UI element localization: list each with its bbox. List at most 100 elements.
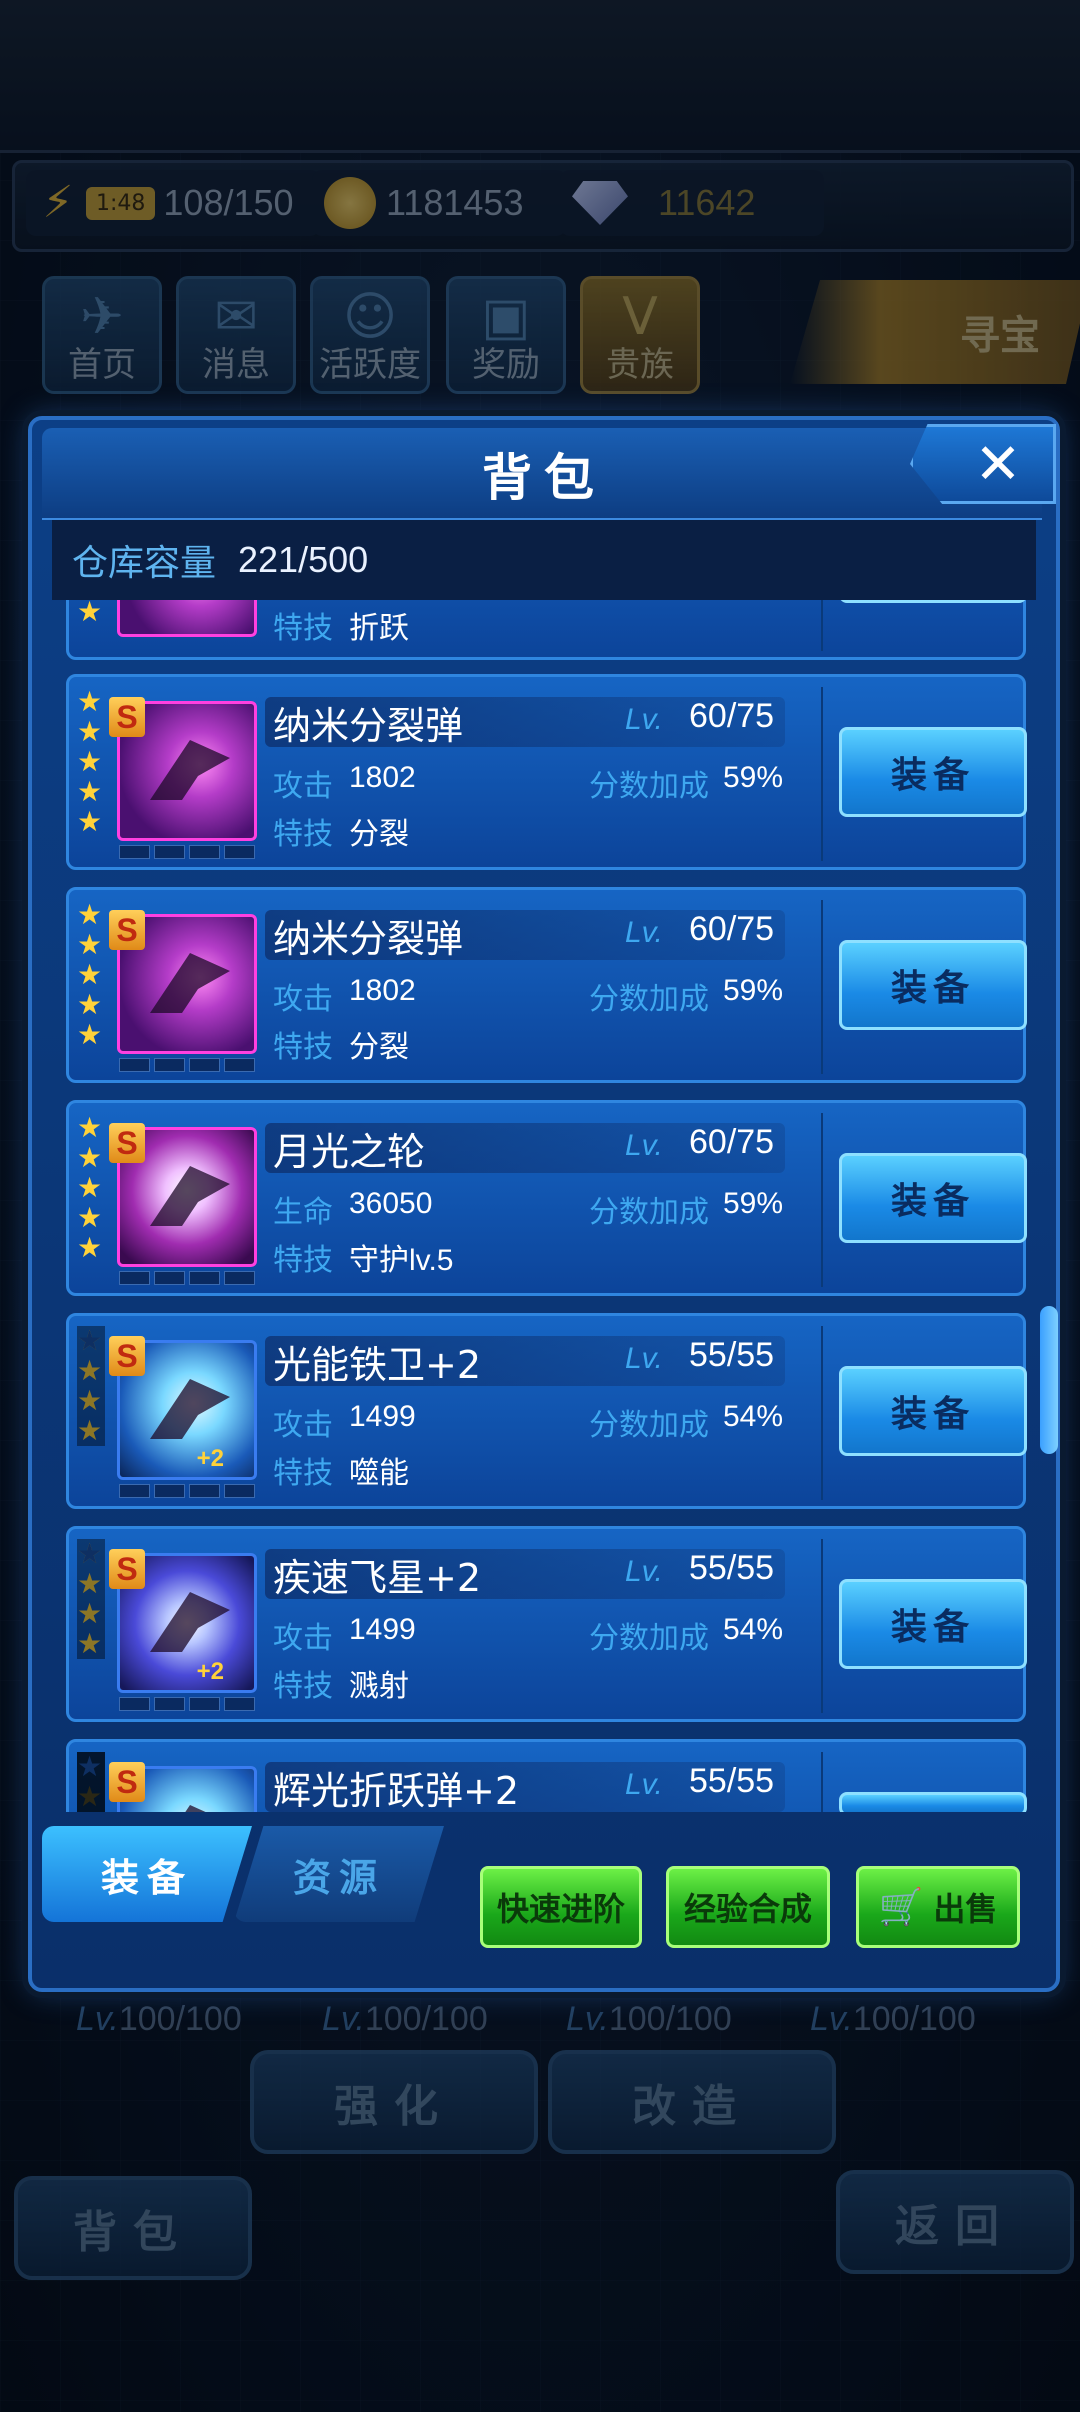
equip-button-partial[interactable] [839, 600, 1027, 603]
card-divider [821, 1113, 823, 1287]
item-name: 疾速飞星+2 [273, 1556, 482, 1600]
stat-label: 攻击 [273, 1408, 333, 1443]
thumb-slot-bar [119, 1058, 255, 1072]
item-name: 纳米分裂弹 [273, 917, 464, 961]
card-divider [821, 1752, 823, 1812]
plus-badge: +2 [196, 1658, 224, 1685]
item-list[interactable]: ★ 特技 折跃 ★ ★ ★ ★ ★ S 纳米分裂弹 Lv. 60/75 攻击 1802 分数加成 59%… [52, 600, 1036, 1812]
star-icon: ★ [77, 898, 103, 931]
bonus-value: 59% [723, 974, 784, 1007]
item-card[interactable]: ★ ★ ★ ★ ★ S 纳米分裂弹 Lv. 60/75 攻击 1802 分数加成 59% 特技 分裂 装备 [66, 887, 1027, 1083]
exp-merge-button[interactable]: 经验合成 [666, 1866, 830, 1948]
bonus-label: 分数加成 [589, 982, 709, 1017]
skill-label: 特技 [273, 1243, 333, 1278]
bonus-label: 分数加成 [589, 769, 709, 804]
star-icon: ★ [77, 1201, 103, 1234]
star-icon: ★ [77, 600, 103, 628]
level-label: Lv. [625, 1555, 663, 1588]
star-rating: ★ [77, 600, 105, 627]
skill-value: 溅射 [349, 1670, 409, 1703]
capacity-value: 221/500 [238, 539, 369, 580]
ship-icon [150, 1379, 230, 1439]
item-card[interactable]: ★ ★ ★ ★ ★ S 纳米分裂弹 Lv. 60/75 攻击 1802 分数加成 59% 特技 分裂 装备 [66, 674, 1027, 870]
ship-icon [150, 1592, 230, 1652]
equip-label: 装备 [890, 968, 975, 1009]
star-rating: ★ ★ ★ ★ ★ [77, 900, 105, 1050]
storage-capacity: 仓库容量 221/500 [52, 520, 1036, 600]
star-icon: ★ [77, 805, 103, 838]
skill-label: 特技 [273, 1669, 333, 1704]
star-icon: ★ [77, 1539, 105, 1659]
star-icon: ★ [77, 775, 103, 808]
equip-button[interactable]: 装备 [839, 727, 1027, 817]
star-icon: ★ [77, 715, 103, 748]
item-card-partial-top[interactable]: ★ 特技 折跃 [66, 600, 1027, 660]
bonus-value: 54% [723, 1400, 784, 1433]
level-value: 60/75 [689, 1123, 775, 1161]
star-icon: ★ [77, 958, 103, 991]
grade-badge: S [109, 697, 145, 737]
equip-button[interactable]: 装备 [839, 1366, 1027, 1456]
tab-equipment[interactable]: 装备 [42, 1826, 252, 1922]
dialog-title: 背包 [482, 449, 606, 507]
equip-button[interactable]: 装备 [839, 940, 1027, 1030]
bonus-value: 59% [723, 761, 784, 794]
equip-button[interactable]: 装备 [839, 1579, 1027, 1669]
level-label: Lv. [625, 703, 663, 736]
thumb-slot-bar [119, 1697, 255, 1711]
sell-button[interactable]: 🛒 出售 [856, 1866, 1020, 1948]
stat-value: 1802 [349, 761, 416, 794]
tab-resources[interactable]: 资源 [234, 1826, 444, 1922]
star-icon: ★ [77, 1141, 103, 1174]
sell-label: 出售 [933, 1890, 998, 1928]
bonus-value: 54% [723, 1613, 784, 1646]
star-icon: ★ [77, 685, 103, 718]
ship-icon [150, 740, 230, 800]
level-label: Lv. [625, 916, 663, 949]
bonus-label: 分数加成 [589, 1195, 709, 1230]
item-card[interactable]: ★ ★ ★ ★ ★ S 辉光折跃弹+2 Lv. 55/55 [66, 1739, 1027, 1812]
item-card[interactable]: ★ ★ ★ ★ ★ S +2 疾速飞星+2 Lv. 55/55 攻击 1499 分数加成 54% 特技 溅射 装… [66, 1526, 1027, 1722]
star-rating: ★ ★ ★ ★ ★ [77, 687, 105, 837]
star-icon: ★ [77, 1171, 103, 1204]
star-icon: ★ [77, 1231, 103, 1264]
skill-value: 分裂 [349, 818, 409, 851]
quick-advance-button[interactable]: 快速进阶 [480, 1866, 642, 1948]
equip-button-partial[interactable] [839, 1792, 1027, 1812]
ship-icon [150, 1805, 230, 1812]
tab-equipment-label: 装备 [100, 1855, 193, 1900]
close-icon: ✕ [974, 431, 1022, 497]
level-value: 60/75 [689, 910, 775, 948]
stat-value: 1802 [349, 974, 416, 1007]
star-rating: ★ ★ ★ ★ ★ [77, 1113, 105, 1263]
star-icon: ★ [77, 928, 103, 961]
card-divider [821, 687, 823, 861]
thumb-slot-bar [119, 1271, 255, 1285]
bonus-label: 分数加成 [589, 1621, 709, 1656]
skill-label: 特技 [273, 611, 333, 646]
inventory-dialog: 背包 ✕ 仓库容量 221/500 ★ 特技 折跃 ★ ★ ★ ★ ★ S 纳米分裂弹 Lv.… [28, 416, 1060, 1992]
thumb-slot-bar [119, 845, 255, 859]
capacity-label: 仓库容量 [72, 543, 217, 584]
equip-label: 装备 [890, 755, 975, 796]
card-divider [821, 1539, 823, 1713]
star-rating: ★ ★ ★ ★ ★ [77, 1326, 105, 1446]
equip-button[interactable]: 装备 [839, 1153, 1027, 1243]
item-card[interactable]: ★ ★ ★ ★ ★ S +2 光能铁卫+2 Lv. 55/55 攻击 1499 分数加成 54% 特技 噬能 装… [66, 1313, 1027, 1509]
level-value: 60/75 [689, 697, 775, 735]
item-card[interactable]: ★ ★ ★ ★ ★ S 月光之轮 Lv. 60/75 生命 36050 分数加成 59% 特技 守护lv.5… [66, 1100, 1027, 1296]
equip-label: 装备 [890, 1394, 975, 1435]
stat-value: 36050 [349, 1187, 433, 1220]
thumb-slot-bar [119, 1484, 255, 1498]
level-value: 55/55 [689, 1549, 775, 1587]
star-icon: ★ [77, 745, 103, 778]
skill-value: 折跃 [349, 612, 409, 645]
ship-icon [150, 953, 230, 1013]
level-value: 55/55 [689, 1762, 775, 1800]
list-scrollbar[interactable] [1040, 1306, 1058, 1454]
star-rating: ★ ★ ★ ★ ★ [77, 1752, 105, 1812]
item-name: 纳米分裂弹 [273, 704, 464, 748]
exp-merge-label: 经验合成 [683, 1890, 812, 1928]
star-rating: ★ ★ ★ ★ ★ [77, 1539, 105, 1659]
ship-icon [150, 1166, 230, 1226]
